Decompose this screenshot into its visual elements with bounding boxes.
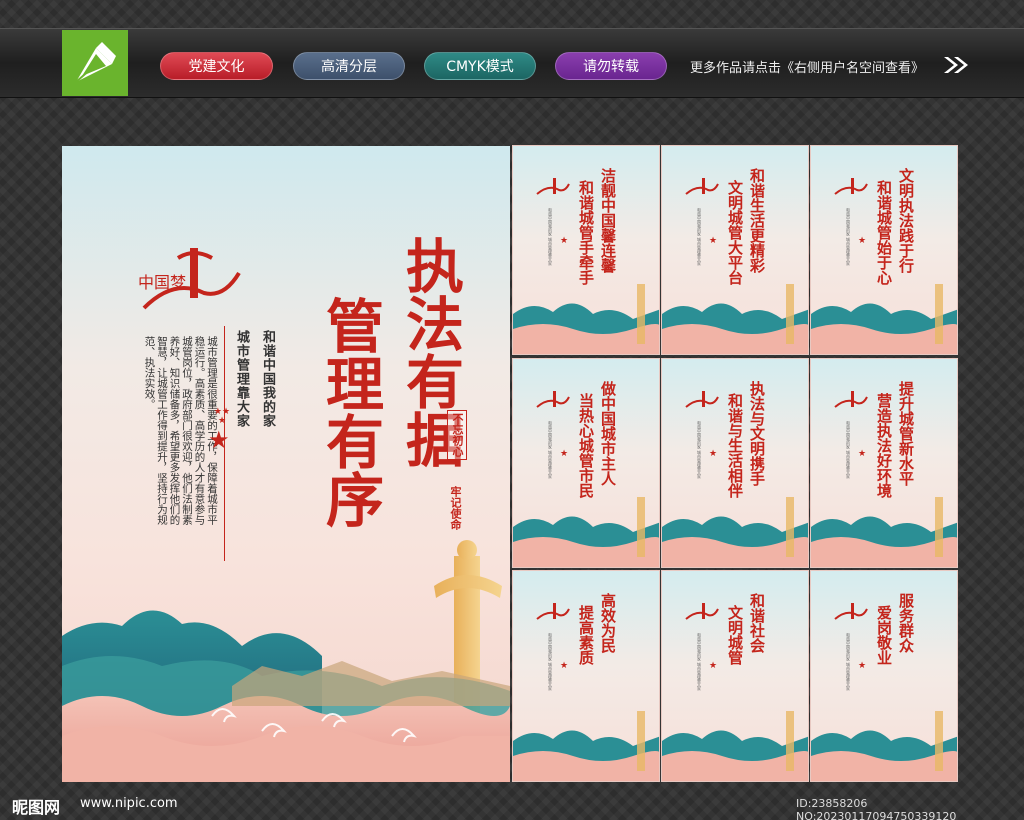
- seal-stamp-1: 不忘初心: [447, 410, 467, 460]
- site-url[interactable]: www.nipic.com: [80, 796, 178, 811]
- star-icon: ★: [208, 426, 230, 454]
- small-poster: 和谐中国我的家 城市管理靠大家 ★ 和谐社会 文明城管: [661, 570, 809, 782]
- small-poster: 和谐中国我的家 城市管理靠大家 ★ 和谐生活更精彩 文明城管大平台: [661, 145, 809, 355]
- star-icon: ★: [560, 661, 569, 671]
- dream-logo-text: 中国梦: [138, 273, 186, 292]
- china-dream-logo: [535, 176, 571, 202]
- poster-small-text: 和谐中国我的家 城市管理靠大家: [846, 421, 851, 479]
- china-dream-logo: [684, 601, 720, 627]
- poster-small-text: 和谐中国我的家 城市管理靠大家: [697, 208, 702, 266]
- poster-small-text: 和谐中国我的家 城市管理靠大家: [548, 633, 553, 691]
- double-arrow-icon[interactable]: [942, 55, 970, 80]
- poster-small-text: 和谐中国我的家 城市管理靠大家: [846, 633, 851, 691]
- poster-landscape-art: [662, 711, 808, 781]
- poster-small-text: 和谐中国我的家 城市管理靠大家: [697, 421, 702, 479]
- small-poster: 和谐中国我的家 城市管理靠大家 ★ 高效为民 提高素质: [512, 570, 660, 782]
- poster-subtitle-1: 和谐中国我的家: [260, 330, 275, 428]
- poster-small-text: 和谐中国我的家 城市管理靠大家: [548, 421, 553, 479]
- poster-title-2: 文明城管大平台: [726, 180, 744, 285]
- small-poster: 和谐中国我的家 城市管理靠大家 ★ 执法与文明携手 和谐与生活相伴: [661, 358, 809, 568]
- poster-title-1: 提升城管新水平: [897, 381, 915, 486]
- poster-body-text: 城市管理是很重要的工作，保障着城市平稳运行。高素质、高学历的人才有意参与城管岗位…: [143, 336, 219, 525]
- star-icon: ★: [709, 236, 718, 246]
- star-icon: ★: [858, 661, 867, 671]
- china-dream-logo: [684, 176, 720, 202]
- poster-subtitle-2: 城市管理靠大家: [234, 330, 249, 428]
- star-icon: ★: [709, 449, 718, 459]
- poster-landscape-art: [811, 497, 957, 567]
- poster-title-2: 和谐城管始于心: [875, 180, 893, 285]
- poster-title-1: 文明执法践于行: [897, 168, 915, 273]
- seal-stamp-2: 牢记使命: [449, 486, 462, 530]
- pen-nib-icon: [75, 42, 116, 83]
- star-icon: ★: [560, 449, 569, 459]
- poster-title-1: 高效为民: [599, 593, 617, 653]
- china-dream-logo: [535, 601, 571, 627]
- poster-small-text: 和谐中国我的家 城市管理靠大家: [846, 208, 851, 266]
- poster-title-2: 文明城管: [726, 605, 744, 665]
- poster-title-2: 营造执法好环境: [875, 393, 893, 498]
- poster-landscape-art: [513, 497, 659, 567]
- china-dream-logo: [833, 389, 869, 415]
- small-poster: 和谐中国我的家 城市管理靠大家 ★ 做中国城市主人 当热心城管市民: [512, 358, 660, 568]
- tag-no-repost[interactable]: 请勿转载: [555, 52, 667, 80]
- tag-cmyk-mode[interactable]: CMYK模式: [424, 52, 536, 80]
- star-icon: ★: [858, 236, 867, 246]
- poster-title-2: 和谐与生活相伴: [726, 393, 744, 498]
- small-poster: 和谐中国我的家 城市管理靠大家 ★ 文明执法践于行 和谐城管始于心: [810, 145, 958, 355]
- star-icon: ★: [709, 661, 718, 671]
- poster-title-1: 洁靓中国馨连馨: [599, 168, 617, 273]
- poster-title-1: 和谐生活更精彩: [748, 168, 766, 273]
- poster-landscape-art: [513, 284, 659, 354]
- poster-landscape-art: [513, 711, 659, 781]
- poster-landscape-art: [662, 284, 808, 354]
- small-poster: 和谐中国我的家 城市管理靠大家 ★ 服务群众 爱岗敬业: [810, 570, 958, 782]
- canvas: 党建文化 高清分层 CMYK模式 请勿转载 更多作品请点击《右侧用户名空间查看》: [0, 0, 1024, 820]
- small-poster: 和谐中国我的家 城市管理靠大家 ★ 洁靓中国馨连馨 和谐城管手牵手: [512, 145, 660, 355]
- star-icon: ★: [858, 449, 867, 459]
- stars-decoration: ★★ ★: [213, 407, 231, 426]
- poster-title-2: 提高素质: [577, 605, 595, 665]
- china-dream-logo: [535, 389, 571, 415]
- poster-title-2: 和谐城管手牵手: [577, 180, 595, 285]
- poster-small-text: 和谐中国我的家 城市管理靠大家: [548, 208, 553, 266]
- star-icon: ★: [560, 236, 569, 246]
- poster-landscape-art: [662, 497, 808, 567]
- poster-title-2: 管理有序: [316, 296, 384, 528]
- china-dream-logo: [833, 601, 869, 627]
- site-logo[interactable]: 昵图网: [12, 794, 60, 818]
- poster-title-1: 和谐社会: [748, 593, 766, 653]
- china-dream-logo: [684, 389, 720, 415]
- main-poster: 中国梦 城市管理是很重要的工作，保障着城市平稳运行。高素质、高学历的人才有意参与…: [62, 146, 510, 782]
- poster-title-2: 爱岗敬业: [875, 605, 893, 665]
- poster-title-1: 执法与文明携手: [748, 381, 766, 486]
- tag-hd-layered[interactable]: 高清分层: [293, 52, 405, 80]
- tag-party-culture[interactable]: 党建文化: [160, 52, 273, 80]
- poster-title-2: 当热心城管市民: [577, 393, 595, 498]
- poster-landscape-art: [811, 284, 957, 354]
- poster-small-text: 和谐中国我的家 城市管理靠大家: [697, 633, 702, 691]
- brand-logo[interactable]: [62, 30, 128, 96]
- small-poster: 和谐中国我的家 城市管理靠大家 ★ 提升城管新水平 营造执法好环境: [810, 358, 958, 568]
- poster-title-1: 做中国城市主人: [599, 381, 617, 486]
- china-dream-logo: [833, 176, 869, 202]
- more-works-link[interactable]: 更多作品请点击《右侧用户名空间查看》: [690, 57, 924, 76]
- poster-title-1: 服务群众: [897, 593, 915, 653]
- poster-landscape-art: [811, 711, 957, 781]
- image-id: ID:23858206 NO:20230117094750339120: [796, 797, 957, 820]
- china-dream-logo: 中国梦: [134, 238, 244, 322]
